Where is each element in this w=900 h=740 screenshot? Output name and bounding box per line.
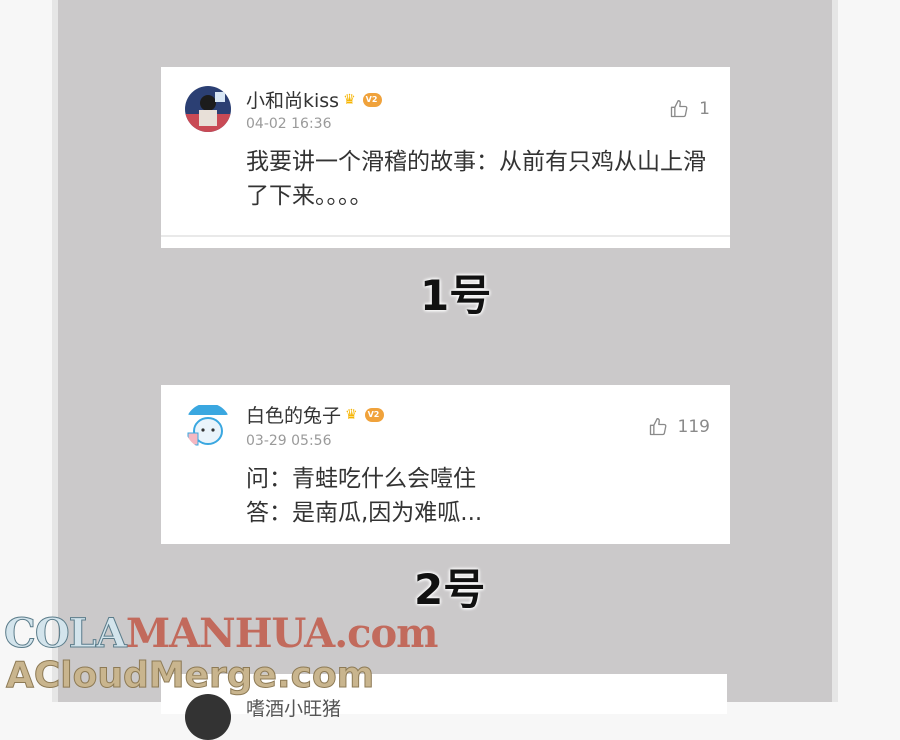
timestamp: 03-29 05:56 bbox=[246, 433, 332, 449]
like-button[interactable]: 1 bbox=[669, 99, 710, 119]
content-line-2: 答：是南瓜,因为难呱... bbox=[246, 500, 483, 526]
like-count: 1 bbox=[699, 99, 710, 119]
username[interactable]: 小和尚kiss ♛ V2 bbox=[246, 86, 383, 113]
vip-badge: V2 bbox=[364, 407, 385, 422]
thumbs-up-icon[interactable] bbox=[669, 99, 689, 119]
vip-badge: V2 bbox=[362, 92, 383, 107]
comment-card-1: 小和尚kiss ♛ V2 04-02 16:36 1 我要讲一个滑稽的故事：从前… bbox=[161, 67, 730, 248]
crown-icon: ♛ bbox=[345, 406, 358, 423]
label-2: 2号 bbox=[414, 565, 486, 614]
user-avatar[interactable] bbox=[185, 403, 231, 449]
username-text[interactable]: 嗜酒小旺猪 bbox=[246, 694, 341, 721]
panel-edge-right bbox=[832, 0, 838, 702]
watermark-part-2: MANHUA.com bbox=[125, 610, 439, 657]
watermark-acloudmerge: ACloudMerge.com bbox=[5, 655, 375, 697]
crown-icon: ♛ bbox=[343, 91, 356, 108]
watermark-colamanhua: COLAMANHUA.com bbox=[4, 610, 439, 658]
comment-card-2: 白色的兔子 ♛ V2 03-29 05:56 119 问：青蛙吃什么会噎住 答：… bbox=[161, 385, 730, 544]
user-avatar[interactable] bbox=[185, 694, 231, 740]
username[interactable]: 白色的兔子 ♛ V2 bbox=[246, 401, 385, 428]
timestamp: 04-02 16:36 bbox=[246, 116, 332, 132]
username-text[interactable]: 小和尚kiss bbox=[246, 86, 339, 113]
username[interactable]: 嗜酒小旺猪 bbox=[246, 694, 341, 721]
like-count: 119 bbox=[677, 417, 710, 437]
comment-content: 问：青蛙吃什么会噎住 答：是南瓜,因为难呱... bbox=[246, 462, 716, 530]
user-avatar[interactable] bbox=[185, 86, 231, 132]
content-line-1: 问：青蛙吃什么会噎住 bbox=[246, 466, 476, 492]
divider bbox=[161, 235, 730, 237]
username-text[interactable]: 白色的兔子 bbox=[246, 401, 341, 428]
label-1: 1号 bbox=[420, 271, 492, 320]
comment-content: 我要讲一个滑稽的故事：从前有只鸡从山上滑了下来。。。。 bbox=[246, 149, 706, 209]
thumbs-up-icon[interactable] bbox=[648, 417, 668, 437]
watermark-part-1: COLA bbox=[4, 610, 128, 658]
like-button[interactable]: 119 bbox=[648, 417, 710, 437]
